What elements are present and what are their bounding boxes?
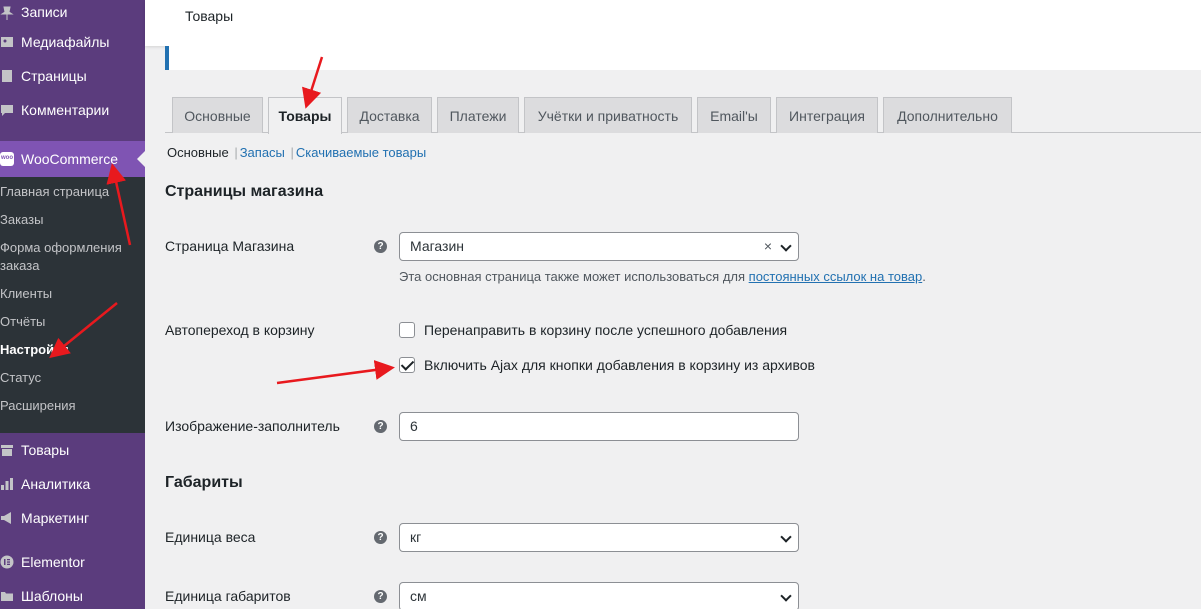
- archive-icon: [0, 443, 14, 457]
- shop-page-description: Эта основная страница также может исполь…: [399, 269, 926, 284]
- submenu-item-settings[interactable]: Настройки: [0, 341, 145, 359]
- submenu-item-reports[interactable]: Отчёты: [0, 313, 145, 331]
- sidebar-item-media[interactable]: Медиафайлы: [0, 25, 145, 59]
- submenu-item-extensions[interactable]: Расширения: [0, 397, 145, 415]
- sidebar-item-label: Записи: [21, 4, 68, 20]
- submenu-item-checkout-form[interactable]: Форма оформления: [0, 239, 145, 257]
- ajax-add-to-cart-option[interactable]: Включить Ajax для кнопки добавления в ко…: [399, 357, 815, 373]
- sidebar-item-pages[interactable]: Страницы: [0, 59, 145, 93]
- weight-unit-label: Единица веса: [165, 529, 256, 545]
- subsection-general: Основные: [167, 145, 229, 160]
- admin-sidebar: Записи Медиафайлы Страницы Комментарии W…: [0, 0, 145, 609]
- chevron-down-icon: [780, 240, 792, 252]
- media-icon: [0, 35, 14, 49]
- tab-integration[interactable]: Интеграция: [776, 97, 878, 133]
- help-icon[interactable]: ?: [374, 531, 387, 544]
- subsection-downloadable-link[interactable]: Скачиваемые товары: [296, 145, 426, 160]
- elementor-icon: [0, 555, 14, 569]
- sidebar-item-label: WooCommerce: [21, 151, 118, 167]
- subsection-separator: |: [290, 145, 294, 160]
- help-icon[interactable]: ?: [374, 590, 387, 603]
- sidebar-item-products[interactable]: Товары: [0, 433, 145, 467]
- tab-products[interactable]: Товары: [268, 97, 342, 134]
- desc-suffix: .: [922, 269, 926, 284]
- chart-icon: [0, 477, 14, 491]
- sidebar-item-label: Медиафайлы: [21, 34, 110, 50]
- woocommerce-submenu: Главная страница Заказы Форма оформления…: [0, 177, 145, 433]
- current-menu-caret: [137, 151, 145, 167]
- sidebar-bottom-menu: Товары Аналитика Маркетинг Elementor Шаб…: [0, 433, 145, 609]
- dimension-unit-select[interactable]: см: [399, 582, 799, 609]
- section-title-dimensions: Габариты: [165, 474, 243, 491]
- pin-icon: [0, 6, 14, 20]
- sidebar-item-templates[interactable]: Шаблоны: [0, 579, 145, 609]
- help-icon[interactable]: ?: [374, 420, 387, 433]
- placeholder-image-label: Изображение-заполнитель: [165, 418, 340, 434]
- tab-emails[interactable]: Email'ы: [697, 97, 771, 133]
- subsection-nav: Основные | Запасы | Скачиваемые товары: [167, 145, 426, 160]
- page-icon: [0, 69, 14, 83]
- sidebar-item-label: Аналитика: [21, 476, 91, 492]
- shop-page-label: Страница Магазина: [165, 238, 295, 254]
- tab-accounts-privacy[interactable]: Учётки и приватность: [524, 97, 692, 133]
- weight-unit-select[interactable]: кг: [399, 523, 799, 552]
- submenu-item-home[interactable]: Главная страница: [0, 183, 145, 201]
- comment-icon: [0, 103, 14, 117]
- cart-redirect-label: Автопереход в корзину: [165, 322, 315, 338]
- submenu-item-status[interactable]: Статус: [0, 369, 145, 387]
- sidebar-item-label: Маркетинг: [21, 510, 90, 526]
- ajax-add-to-cart-checkbox[interactable]: [399, 357, 415, 373]
- sidebar-item-label: Товары: [21, 442, 70, 458]
- sidebar-separator: [0, 535, 145, 545]
- tab-general[interactable]: Основные: [172, 97, 263, 133]
- clear-icon[interactable]: ×: [764, 233, 772, 260]
- sidebar-item-label: Шаблоны: [21, 588, 83, 604]
- admin-notice: [165, 46, 1201, 70]
- subsection-inventory-link[interactable]: Запасы: [240, 145, 285, 160]
- help-icon[interactable]: ?: [374, 240, 387, 253]
- weight-unit-value: кг: [410, 529, 422, 545]
- redirect-to-cart-label: Перенаправить в корзину после успешного …: [424, 322, 788, 338]
- dimension-unit-value: см: [410, 588, 427, 604]
- placeholder-image-input[interactable]: 6: [399, 412, 799, 441]
- folder-icon: [0, 589, 14, 603]
- tab-shipping[interactable]: Доставка: [347, 97, 432, 133]
- sidebar-item-elementor[interactable]: Elementor: [0, 545, 145, 579]
- shop-page-value: Магазин: [410, 238, 465, 254]
- sidebar-item-label: Страницы: [21, 68, 87, 84]
- ajax-add-to-cart-label: Включить Ajax для кнопки добавления в ко…: [424, 357, 815, 373]
- desc-text: Эта основная страница также может исполь…: [399, 269, 749, 284]
- settings-tabs: Основные Товары Доставка Платежи Учётки …: [165, 97, 1201, 134]
- section-title-shop-pages: Страницы магазина: [165, 183, 324, 200]
- sidebar-item-label: Комментарии: [21, 102, 110, 118]
- annotation-arrows: [49, 56, 395, 385]
- subsection-separator: |: [234, 145, 238, 160]
- woocommerce-icon: [0, 152, 14, 166]
- submenu-item-checkout-form-cont[interactable]: заказа: [0, 257, 145, 275]
- sidebar-item-comments[interactable]: Комментарии: [0, 93, 145, 127]
- redirect-to-cart-checkbox[interactable]: [399, 322, 415, 338]
- sidebar-item-marketing[interactable]: Маркетинг: [0, 501, 145, 535]
- dimension-unit-label: Единица габаритов: [165, 588, 291, 604]
- tab-payments[interactable]: Платежи: [437, 97, 519, 133]
- page-title: Товары: [185, 8, 234, 24]
- sidebar-item-woocommerce[interactable]: WooCommerce: [0, 141, 145, 177]
- tab-advanced[interactable]: Дополнительно: [883, 97, 1012, 133]
- submenu-item-customers[interactable]: Клиенты: [0, 285, 145, 303]
- sidebar-top-menu: Записи Медиафайлы Страницы Комментарии: [0, 0, 145, 141]
- chevron-down-icon: [780, 590, 792, 602]
- page-header: Товары: [145, 0, 1201, 46]
- arrow-to-ajax-checkbox: [276, 360, 395, 385]
- sidebar-item-analytics[interactable]: Аналитика: [0, 467, 145, 501]
- product-permalinks-link[interactable]: постоянных ссылок на товар: [749, 269, 923, 284]
- megaphone-icon: [0, 511, 14, 525]
- sidebar-item-label: Elementor: [21, 554, 85, 570]
- sidebar-item-posts[interactable]: Записи: [0, 0, 145, 25]
- shop-page-select[interactable]: Магазин ×: [399, 232, 799, 261]
- chevron-down-icon: [780, 531, 792, 543]
- cart-redirect-option[interactable]: Перенаправить в корзину после успешного …: [399, 322, 787, 338]
- submenu-item-orders[interactable]: Заказы: [0, 211, 145, 229]
